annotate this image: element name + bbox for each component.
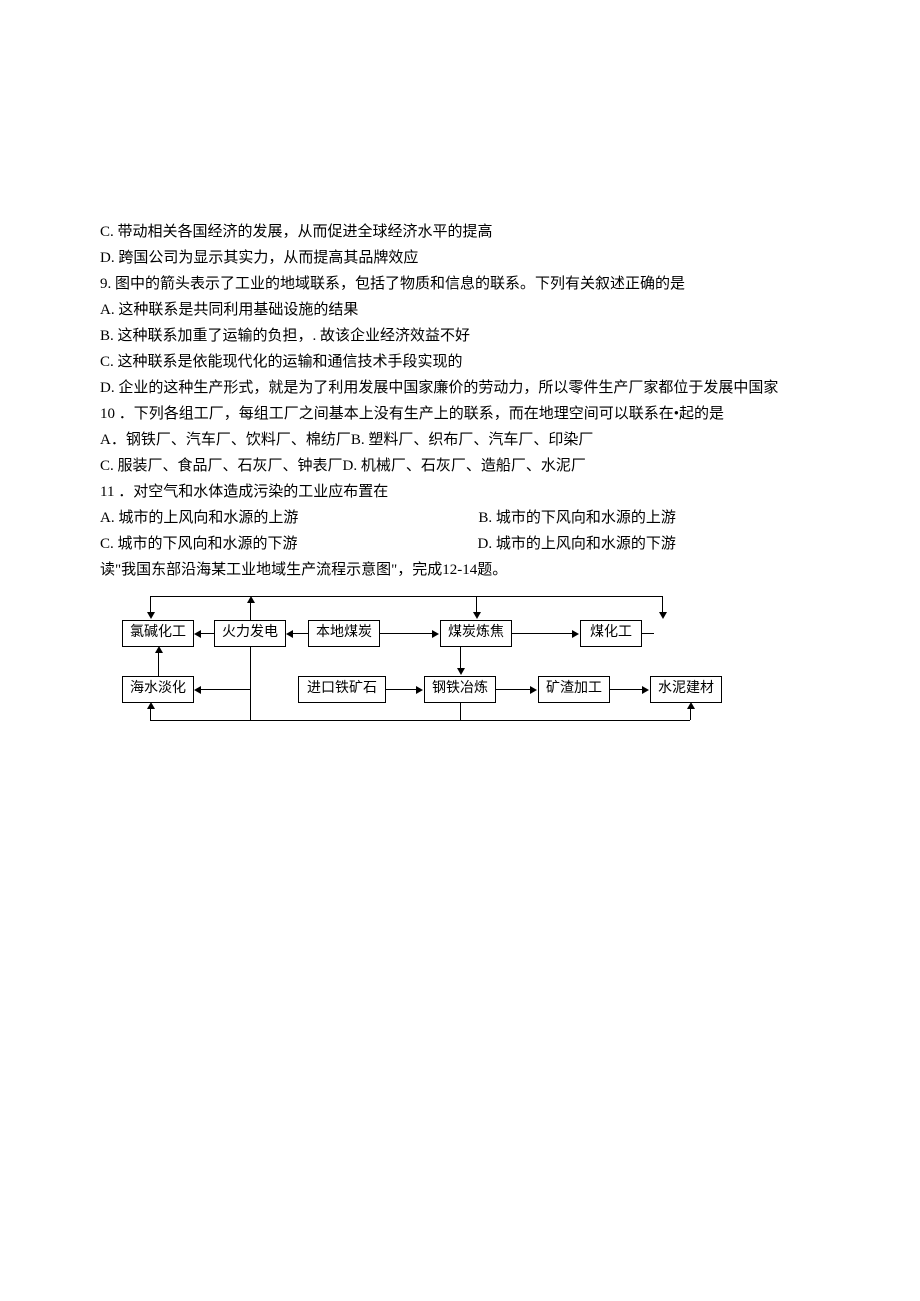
q10-option-ab: A．钢铁厂、汽车厂、饮料厂、棉纺厂B. 塑料厂、织布厂、汽车厂、印染厂: [100, 428, 820, 452]
q9-option-d: D. 企业的这种生产形式，就是为了利用发展中国家廉价的劳动力，所以零件生产厂家都…: [100, 376, 820, 400]
conn: [250, 689, 251, 720]
question-9: 9. 图中的箭头表示了工业的地域联系，包括了物质和信息的联系。下列有关叙述正确的…: [100, 272, 820, 296]
conn: [642, 633, 654, 634]
node-desalination: 海水淡化: [122, 676, 194, 703]
conn: [512, 633, 574, 634]
conn: [496, 689, 532, 690]
bottom-bus-line: [150, 720, 690, 721]
node-iron-ore: 进口铁矿石: [298, 676, 386, 703]
conn: [460, 646, 461, 670]
q10-option-cd: C. 服装厂、食品厂、石灰厂、钟表厂D. 机械厂、石灰厂、造船厂、水泥厂: [100, 454, 820, 478]
conn: [662, 596, 663, 597]
arrow-right-icon: [432, 630, 439, 638]
node-local-coal: 本地煤炭: [308, 620, 380, 647]
question-11: 11 ．对空气和水体造成污染的工业应布置在: [100, 480, 820, 504]
conn: [200, 689, 250, 690]
arrow-up-icon: [147, 702, 155, 709]
instruction-12-14: 读"我国东部沿海某工业地域生产流程示意图"，完成12-14题。: [100, 558, 820, 582]
arrow-left-icon: [194, 686, 201, 694]
conn: [380, 633, 434, 634]
conn: [292, 633, 308, 634]
arrow-right-icon: [642, 686, 649, 694]
node-coal-chem: 煤化工: [580, 620, 642, 647]
q11-option-c: C. 城市的下风向和水源的下游: [100, 536, 298, 552]
conn: [200, 633, 214, 634]
conn: [460, 702, 461, 720]
arrow-down-icon: [659, 612, 667, 619]
q9-option-a: A. 这种联系是共同利用基础设施的结果: [100, 298, 820, 322]
q11-options-row1: A. 城市的上风向和水源的上游 B. 城市的下风向和水源的上游: [100, 506, 820, 530]
q11-option-b: B. 城市的下风向和水源的上游: [478, 510, 676, 526]
conn: [250, 646, 251, 689]
node-steel: 钢铁冶炼: [424, 676, 496, 703]
exam-page: C. 带动相关各国经济的发展，从而促进全球经济水平的提高 D. 跨国公司为显示其…: [100, 220, 820, 730]
arrow-up-icon: [155, 646, 163, 653]
conn: [690, 708, 691, 720]
node-cement: 水泥建材: [650, 676, 722, 703]
q11-option-d: D. 城市的上风向和水源的下游: [478, 536, 676, 552]
node-slag: 矿渣加工: [538, 676, 610, 703]
arrow-up-icon: [687, 702, 695, 709]
node-chloralkali: 氯碱化工: [122, 620, 194, 647]
q9-option-b: B. 这种联系加重了运输的负担，. 故该企业经济效益不好: [100, 324, 820, 348]
q11-option-a: A. 城市的上风向和水源的上游: [100, 510, 298, 526]
top-bus-line: [150, 596, 662, 597]
arrow-down-icon: [147, 612, 155, 619]
arrow-right-icon: [416, 686, 423, 694]
arrow-down-icon: [473, 612, 481, 619]
arrow-left-icon: [286, 630, 293, 638]
q9-option-c: C. 这种联系是依能现代化的运输和通信技术手段实现的: [100, 350, 820, 374]
conn: [158, 652, 159, 676]
node-coking: 煤炭炼焦: [440, 620, 512, 647]
conn: [150, 708, 151, 720]
question-10: 10 ．下列各组工厂，每组工厂之间基本上没有生产上的联系，而在地理空间可以联系在…: [100, 402, 820, 426]
arrow-left-icon: [194, 630, 201, 638]
option-d: D. 跨国公司为显示其实力，从而提高其品牌效应: [100, 246, 820, 270]
option-c: C. 带动相关各国经济的发展，从而促进全球经济水平的提高: [100, 220, 820, 244]
conn: [250, 602, 251, 620]
node-thermal-power: 火力发电: [214, 620, 286, 647]
conn: [610, 689, 644, 690]
arrow-right-icon: [572, 630, 579, 638]
arrow-right-icon: [530, 686, 537, 694]
conn: [386, 689, 418, 690]
arrow-up-icon: [247, 596, 255, 603]
q11-options-row2: C. 城市的下风向和水源的下游 D. 城市的上风向和水源的下游: [100, 532, 820, 556]
arrow-down-icon: [457, 668, 465, 675]
process-flow-diagram: 氯碱化工 火力发电 本地煤炭 煤炭炼焦 煤化工 海水淡化 进口铁矿石 钢铁冶炼 …: [110, 590, 720, 730]
